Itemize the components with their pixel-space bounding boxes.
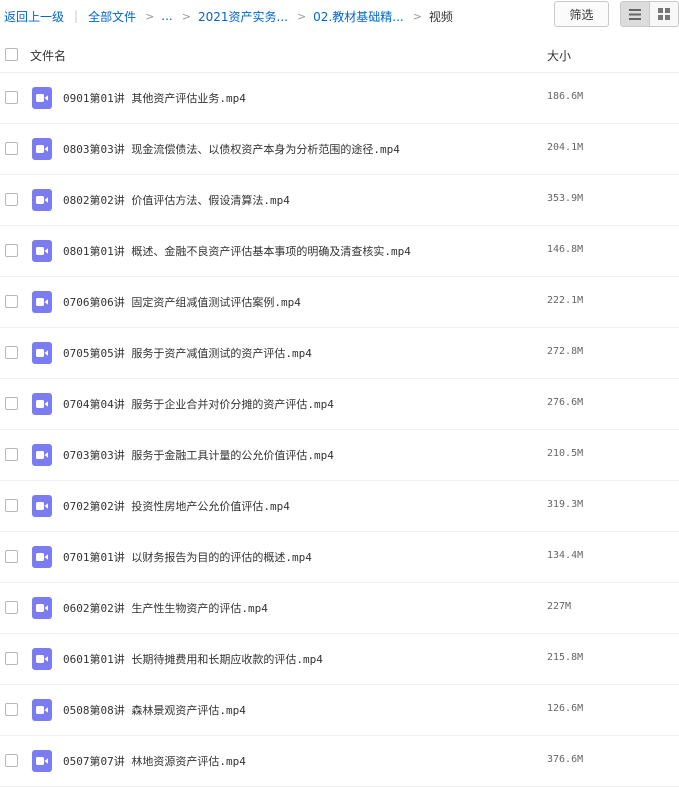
file-name[interactable]: 0702第02讲 投资性房地产公允价值评估.mp4 — [63, 498, 290, 514]
video-file-icon — [32, 291, 52, 313]
file-name[interactable]: 0703第03讲 服务于金融工具计量的公允价值评估.mp4 — [63, 447, 334, 463]
video-file-icon — [32, 393, 52, 415]
video-file-icon — [32, 495, 52, 517]
video-file-icon — [32, 648, 52, 670]
video-file-icon — [32, 750, 52, 772]
file-row[interactable]: 0704第04讲 服务于企业合并对价分摊的资产评估.mp4 276.6M — [0, 379, 679, 430]
file-size: 204.1M — [547, 142, 584, 153]
file-row[interactable]: 0702第02讲 投资性房地产公允价值评估.mp4 319.3M — [0, 481, 679, 532]
column-header-name[interactable]: 文件名 — [30, 47, 66, 64]
back-link[interactable]: 返回上一级 — [4, 8, 64, 25]
row-checkbox[interactable] — [5, 652, 18, 665]
chevron-right-icon: > — [181, 9, 191, 23]
file-size: 353.9M — [547, 193, 584, 204]
file-name[interactable]: 0802第02讲 价值评估方法、假设清算法.mp4 — [63, 192, 290, 208]
file-size: 319.3M — [547, 499, 584, 510]
file-name[interactable]: 0704第04讲 服务于企业合并对价分摊的资产评估.mp4 — [63, 396, 334, 412]
file-name[interactable]: 0602第02讲 生产性生物资产的评估.mp4 — [63, 600, 268, 616]
video-file-icon — [32, 597, 52, 619]
file-size: 222.1M — [547, 295, 584, 306]
breadcrumb-ellipsis[interactable]: ... — [161, 9, 172, 23]
file-name[interactable]: 0701第01讲 以财务报告为目的的评估的概述.mp4 — [63, 549, 312, 565]
file-row[interactable]: 0801第01讲 概述、金融不良资产评估基本事项的明确及清查核实.mp4 146… — [0, 226, 679, 277]
grid-view-icon — [658, 8, 670, 20]
file-size: 210.5M — [547, 448, 584, 459]
video-file-icon — [32, 546, 52, 568]
breadcrumb: 返回上一级 | 全部文件 > ... > 2021资产实务... > 02.教材… — [4, 6, 453, 26]
file-name[interactable]: 0705第05讲 服务于资产减值测试的资产评估.mp4 — [63, 345, 312, 361]
file-name[interactable]: 0601第01讲 长期待摊费用和长期应收款的评估.mp4 — [63, 651, 323, 667]
breadcrumb-all-files[interactable]: 全部文件 — [88, 8, 136, 25]
file-size: 272.8M — [547, 346, 584, 357]
file-size: 215.8M — [547, 652, 584, 663]
select-all-checkbox[interactable] — [5, 48, 18, 61]
file-row[interactable]: 0602第02讲 生产性生物资产的评估.mp4 227M — [0, 583, 679, 634]
file-row[interactable]: 0706第06讲 固定资产组减值测试评估案例.mp4 222.1M — [0, 277, 679, 328]
file-name[interactable]: 0801第01讲 概述、金融不良资产评估基本事项的明确及清查核实.mp4 — [63, 243, 411, 259]
row-checkbox[interactable] — [5, 397, 18, 410]
row-checkbox[interactable] — [5, 754, 18, 767]
file-row[interactable]: 0507第07讲 林地资源资产评估.mp4 376.6M — [0, 736, 679, 787]
row-checkbox[interactable] — [5, 346, 18, 359]
row-checkbox[interactable] — [5, 448, 18, 461]
file-size: 376.6M — [547, 754, 584, 765]
file-name[interactable]: 0507第07讲 林地资源资产评估.mp4 — [63, 753, 246, 769]
column-header-size[interactable]: 大小 — [547, 47, 571, 64]
file-list: 0901第01讲 其他资产评估业务.mp4 186.6M 0803第03讲 现金… — [0, 73, 679, 787]
video-file-icon — [32, 138, 52, 160]
row-checkbox[interactable] — [5, 142, 18, 155]
view-mode-toggle — [620, 1, 679, 27]
file-size: 186.6M — [547, 91, 584, 102]
row-checkbox[interactable] — [5, 550, 18, 563]
list-view-button[interactable] — [621, 2, 650, 26]
chevron-right-icon: > — [296, 9, 307, 23]
list-view-icon — [629, 8, 641, 20]
chevron-right-icon: > — [145, 9, 155, 23]
breadcrumb-current: 视频 — [428, 9, 453, 24]
video-file-icon — [32, 87, 52, 109]
file-size: 227M — [547, 601, 572, 612]
row-checkbox[interactable] — [5, 244, 18, 257]
breadcrumb-level-1[interactable]: 2021资产实务... — [198, 8, 288, 25]
file-row[interactable]: 0508第08讲 森林景观资产评估.mp4 126.6M — [0, 685, 679, 736]
row-checkbox[interactable] — [5, 499, 18, 512]
file-size: 134.4M — [547, 550, 584, 561]
file-row[interactable]: 0802第02讲 价值评估方法、假设清算法.mp4 353.9M — [0, 175, 679, 226]
file-row[interactable]: 0701第01讲 以财务报告为目的的评估的概述.mp4 134.4M — [0, 532, 679, 583]
grid-view-button[interactable] — [650, 2, 678, 26]
breadcrumb-level-2[interactable]: 02.教材基础精... — [313, 8, 404, 25]
file-name[interactable]: 0803第03讲 现金流偿债法、以债权资产本身为分析范围的途径.mp4 — [63, 141, 400, 157]
file-name[interactable]: 0508第08讲 森林景观资产评估.mp4 — [63, 702, 246, 718]
file-size: 276.6M — [547, 397, 584, 408]
video-file-icon — [32, 189, 52, 211]
file-list-header: 文件名 大小 — [0, 38, 679, 73]
row-checkbox[interactable] — [5, 295, 18, 308]
file-size: 126.6M — [547, 703, 584, 714]
file-size: 146.8M — [547, 244, 584, 255]
breadcrumb-separator: | — [74, 9, 79, 23]
file-row[interactable]: 0703第03讲 服务于金融工具计量的公允价值评估.mp4 210.5M — [0, 430, 679, 481]
file-row[interactable]: 0601第01讲 长期待摊费用和长期应收款的评估.mp4 215.8M — [0, 634, 679, 685]
row-checkbox[interactable] — [5, 193, 18, 206]
top-toolbar: 返回上一级 | 全部文件 > ... > 2021资产实务... > 02.教材… — [0, 0, 679, 32]
row-checkbox[interactable] — [5, 703, 18, 716]
row-checkbox[interactable] — [5, 601, 18, 614]
chevron-right-icon: > — [412, 9, 422, 23]
video-file-icon — [32, 444, 52, 466]
file-name[interactable]: 0901第01讲 其他资产评估业务.mp4 — [63, 90, 246, 106]
video-file-icon — [32, 342, 52, 364]
filter-button[interactable]: 筛选 — [554, 1, 609, 27]
file-row[interactable]: 0705第05讲 服务于资产减值测试的资产评估.mp4 272.8M — [0, 328, 679, 379]
video-file-icon — [32, 240, 52, 262]
video-file-icon — [32, 699, 52, 721]
row-checkbox[interactable] — [5, 91, 18, 104]
file-row[interactable]: 0803第03讲 现金流偿债法、以债权资产本身为分析范围的途径.mp4 204.… — [0, 124, 679, 175]
file-row[interactable]: 0901第01讲 其他资产评估业务.mp4 186.6M — [0, 73, 679, 124]
file-name[interactable]: 0706第06讲 固定资产组减值测试评估案例.mp4 — [63, 294, 301, 310]
